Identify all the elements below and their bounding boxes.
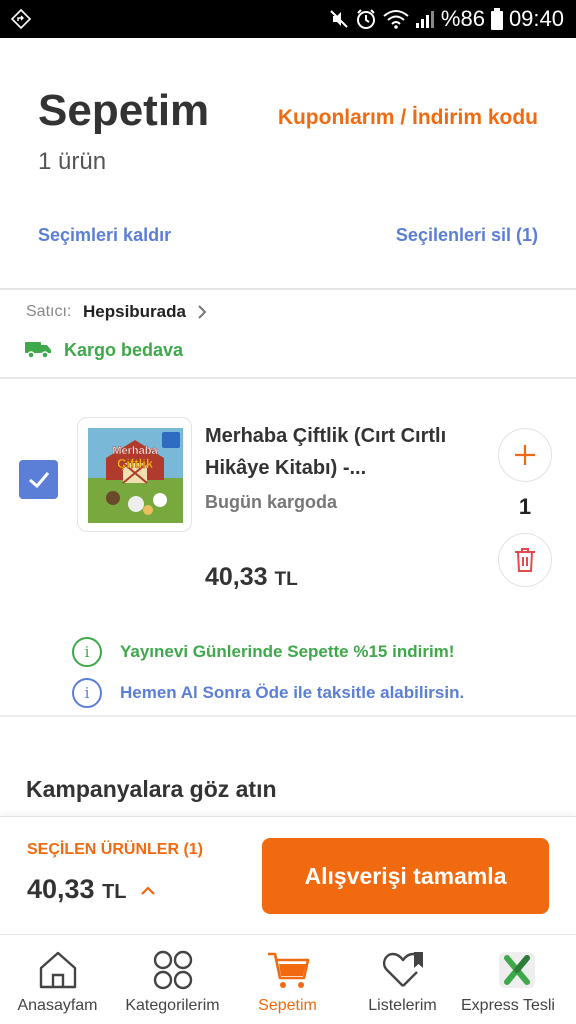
mute-icon: [330, 10, 348, 28]
installment-notice-text: Hemen Al Sonra Öde ile taksitle alabilir…: [120, 683, 465, 702]
nav-item-express[interactable]: Express Tesli: [458, 935, 576, 1024]
express-icon: [499, 952, 535, 988]
checkout-bar: SEÇİLEN ÜRÜNLER (1) 40,33 TL Alışverişi …: [0, 816, 576, 934]
nav-item-lists[interactable]: Listelerim: [360, 935, 445, 1024]
delete-selected-link[interactable]: Seçilenleri sil (1): [396, 225, 538, 246]
total-amount: 40,33: [27, 874, 95, 904]
divider: [0, 377, 576, 379]
installment-notice[interactable]: i Hemen Al Sonra Öde ile taksitle alabil…: [72, 678, 464, 708]
shipping-status: Bugün kargoda: [205, 492, 338, 512]
truck-icon: [25, 342, 51, 359]
total-currency: TL: [102, 881, 127, 903]
bottom-navigation: Anasayfam Kategorilerim Sepetim Listeler…: [0, 934, 576, 1024]
cart-icon: [267, 952, 309, 988]
seller-label: Satıcı:: [26, 303, 72, 320]
nav-label-home: Anasayfam: [17, 997, 98, 1014]
product-image[interactable]: Merhaba Çiftlik: [77, 417, 192, 532]
selected-items-label[interactable]: SEÇİLEN ÜRÜNLER (1): [27, 841, 203, 859]
chevron-up-icon[interactable]: [140, 885, 156, 897]
deselect-all-link[interactable]: Seçimleri kaldır: [38, 225, 171, 246]
nav-label-categories: Kategorilerim: [125, 997, 220, 1014]
home-icon: [39, 951, 76, 989]
alarm-icon: [356, 9, 375, 29]
quantity-value: 1: [518, 494, 532, 519]
discount-notice-text: Yayınevi Günlerinde Sepette %15 indirim!: [120, 642, 455, 661]
info-icon: i: [72, 678, 102, 708]
trash-icon: [515, 548, 535, 572]
price-amount: 40,33: [205, 563, 268, 591]
price-currency: TL: [274, 569, 298, 590]
nav-label-express: Express Tesli: [461, 997, 555, 1014]
signal-icon: [415, 11, 434, 28]
nav-label-lists: Listelerim: [368, 997, 437, 1014]
product-name[interactable]: Merhaba Çiftlik (Cırt Cırtlı Hikâye Kita…: [205, 420, 465, 484]
seller-name-link[interactable]: Hepsiburada: [83, 302, 186, 322]
page-title: Sepetim: [38, 86, 210, 135]
clock: 09:40: [508, 6, 564, 31]
cover-title-line2: Çiftlik: [117, 456, 154, 471]
categories-icon: [153, 950, 192, 990]
chevron-right-icon[interactable]: [196, 303, 208, 326]
free-shipping-label: Kargo bedava: [64, 340, 184, 360]
nav-item-categories[interactable]: Kategorilerim: [115, 935, 230, 1024]
nav-label-cart: Sepetim: [258, 997, 317, 1014]
delete-item-button[interactable]: [498, 533, 552, 587]
campaigns-heading: Kampanyalara göz atın: [26, 776, 277, 802]
item-count: 1 ürün: [38, 148, 107, 175]
navigation-arrow-icon: [10, 8, 32, 30]
discount-notice: i Yayınevi Günlerinde Sepette %15 indiri…: [72, 637, 454, 667]
divider: [0, 288, 576, 290]
battery-icon: [490, 8, 503, 30]
wifi-icon: [383, 10, 409, 29]
nav-item-cart[interactable]: Sepetim: [245, 935, 330, 1024]
heart-list-icon: [382, 952, 423, 987]
nav-item-home[interactable]: Anasayfam: [10, 935, 105, 1024]
product-checkbox[interactable]: [19, 460, 58, 499]
coupons-link[interactable]: Kuponlarım / İndirim kodu: [278, 106, 538, 130]
product-price: 40,33 TL: [205, 563, 298, 592]
checkmark-icon: [28, 471, 49, 488]
complete-purchase-button[interactable]: Alışverişi tamamla: [262, 838, 549, 914]
divider: [0, 715, 576, 717]
increase-quantity-button[interactable]: [498, 428, 552, 482]
plus-icon: [515, 445, 535, 465]
battery-percent: %86: [440, 6, 485, 31]
info-icon: i: [72, 637, 102, 667]
status-bar: %86 09:40: [0, 0, 576, 38]
selected-total[interactable]: 40,33 TL: [27, 874, 156, 905]
